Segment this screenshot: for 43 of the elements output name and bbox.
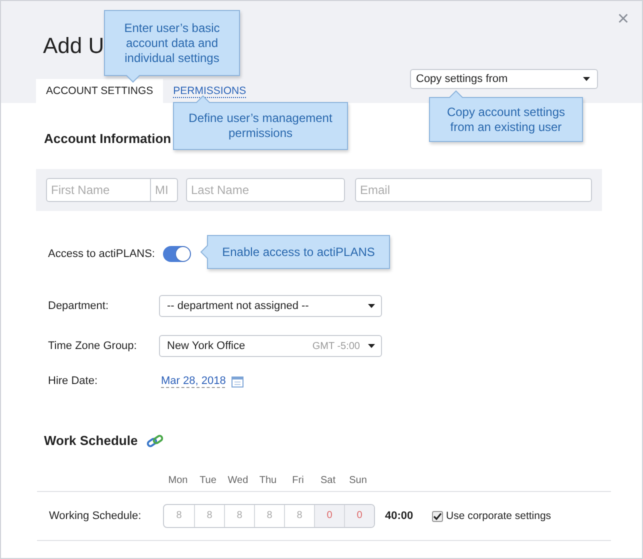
tooltip-pointer-icon (200, 245, 208, 259)
checkbox-label: Use corporate settings (446, 510, 552, 522)
calendar-icon[interactable] (230, 374, 244, 388)
chain-link-icon[interactable] (146, 434, 164, 448)
tab[interactable]: ACCOUNT SETTINGS (36, 79, 164, 103)
day-label: Tue (198, 475, 218, 487)
caret-icon (368, 304, 375, 308)
field-label: Hire Date: (48, 375, 99, 387)
department-dropdown[interactable]: -- department not assigned -- (159, 295, 382, 317)
close-button[interactable]: × (614, 9, 632, 29)
day-label: Mon (167, 475, 189, 487)
field-label: Time Zone Group: (48, 340, 138, 352)
field-label: Department: (48, 300, 110, 312)
email-field[interactable]: Email (355, 178, 592, 202)
last-name-field[interactable]: Last Name (186, 178, 345, 202)
tooltip-pointer-icon (126, 75, 140, 83)
middle-initial-field[interactable]: MI (151, 178, 178, 202)
copy-settings-dropdown[interactable]: Copy settings from (410, 69, 598, 89)
caret-icon (368, 344, 375, 348)
day-label: Sat (319, 475, 336, 487)
tooltip: Enable access to actiPLANS (207, 235, 390, 269)
section-heading: Account Information (43, 131, 172, 147)
total-hours: 40:00 (385, 510, 414, 522)
dialog-title: Add U (43, 32, 104, 60)
tooltip: Define user’s management permissions (173, 102, 348, 150)
field-label: Working Schedule: (49, 510, 142, 522)
field-label: Access to actiPLANS: (48, 248, 156, 260)
date-link[interactable]: Mar 28, 2018 (161, 375, 226, 387)
day-label: Thu (258, 475, 278, 487)
tooltip: Copy account settings from an existing user (429, 97, 583, 142)
first-name-field[interactable]: First Name (46, 178, 151, 202)
time-zone-dropdown[interactable]: New York Office GMT -5:00 (159, 335, 382, 357)
day-label: Fri (291, 475, 305, 487)
caret-icon (583, 77, 590, 81)
section-heading: Work Schedule (44, 433, 138, 449)
tab[interactable]: PERMISSIONS (163, 79, 256, 103)
tooltip-pointer-icon (196, 95, 210, 103)
day-label: Sun (348, 475, 368, 487)
toggle-switch[interactable] (163, 246, 191, 262)
tooltip-pointer-icon (449, 90, 463, 98)
checkbox[interactable] (432, 510, 443, 522)
day-label: Wed (226, 475, 250, 487)
tooltip: Enter user’s basic account data and individual settings (104, 10, 240, 76)
